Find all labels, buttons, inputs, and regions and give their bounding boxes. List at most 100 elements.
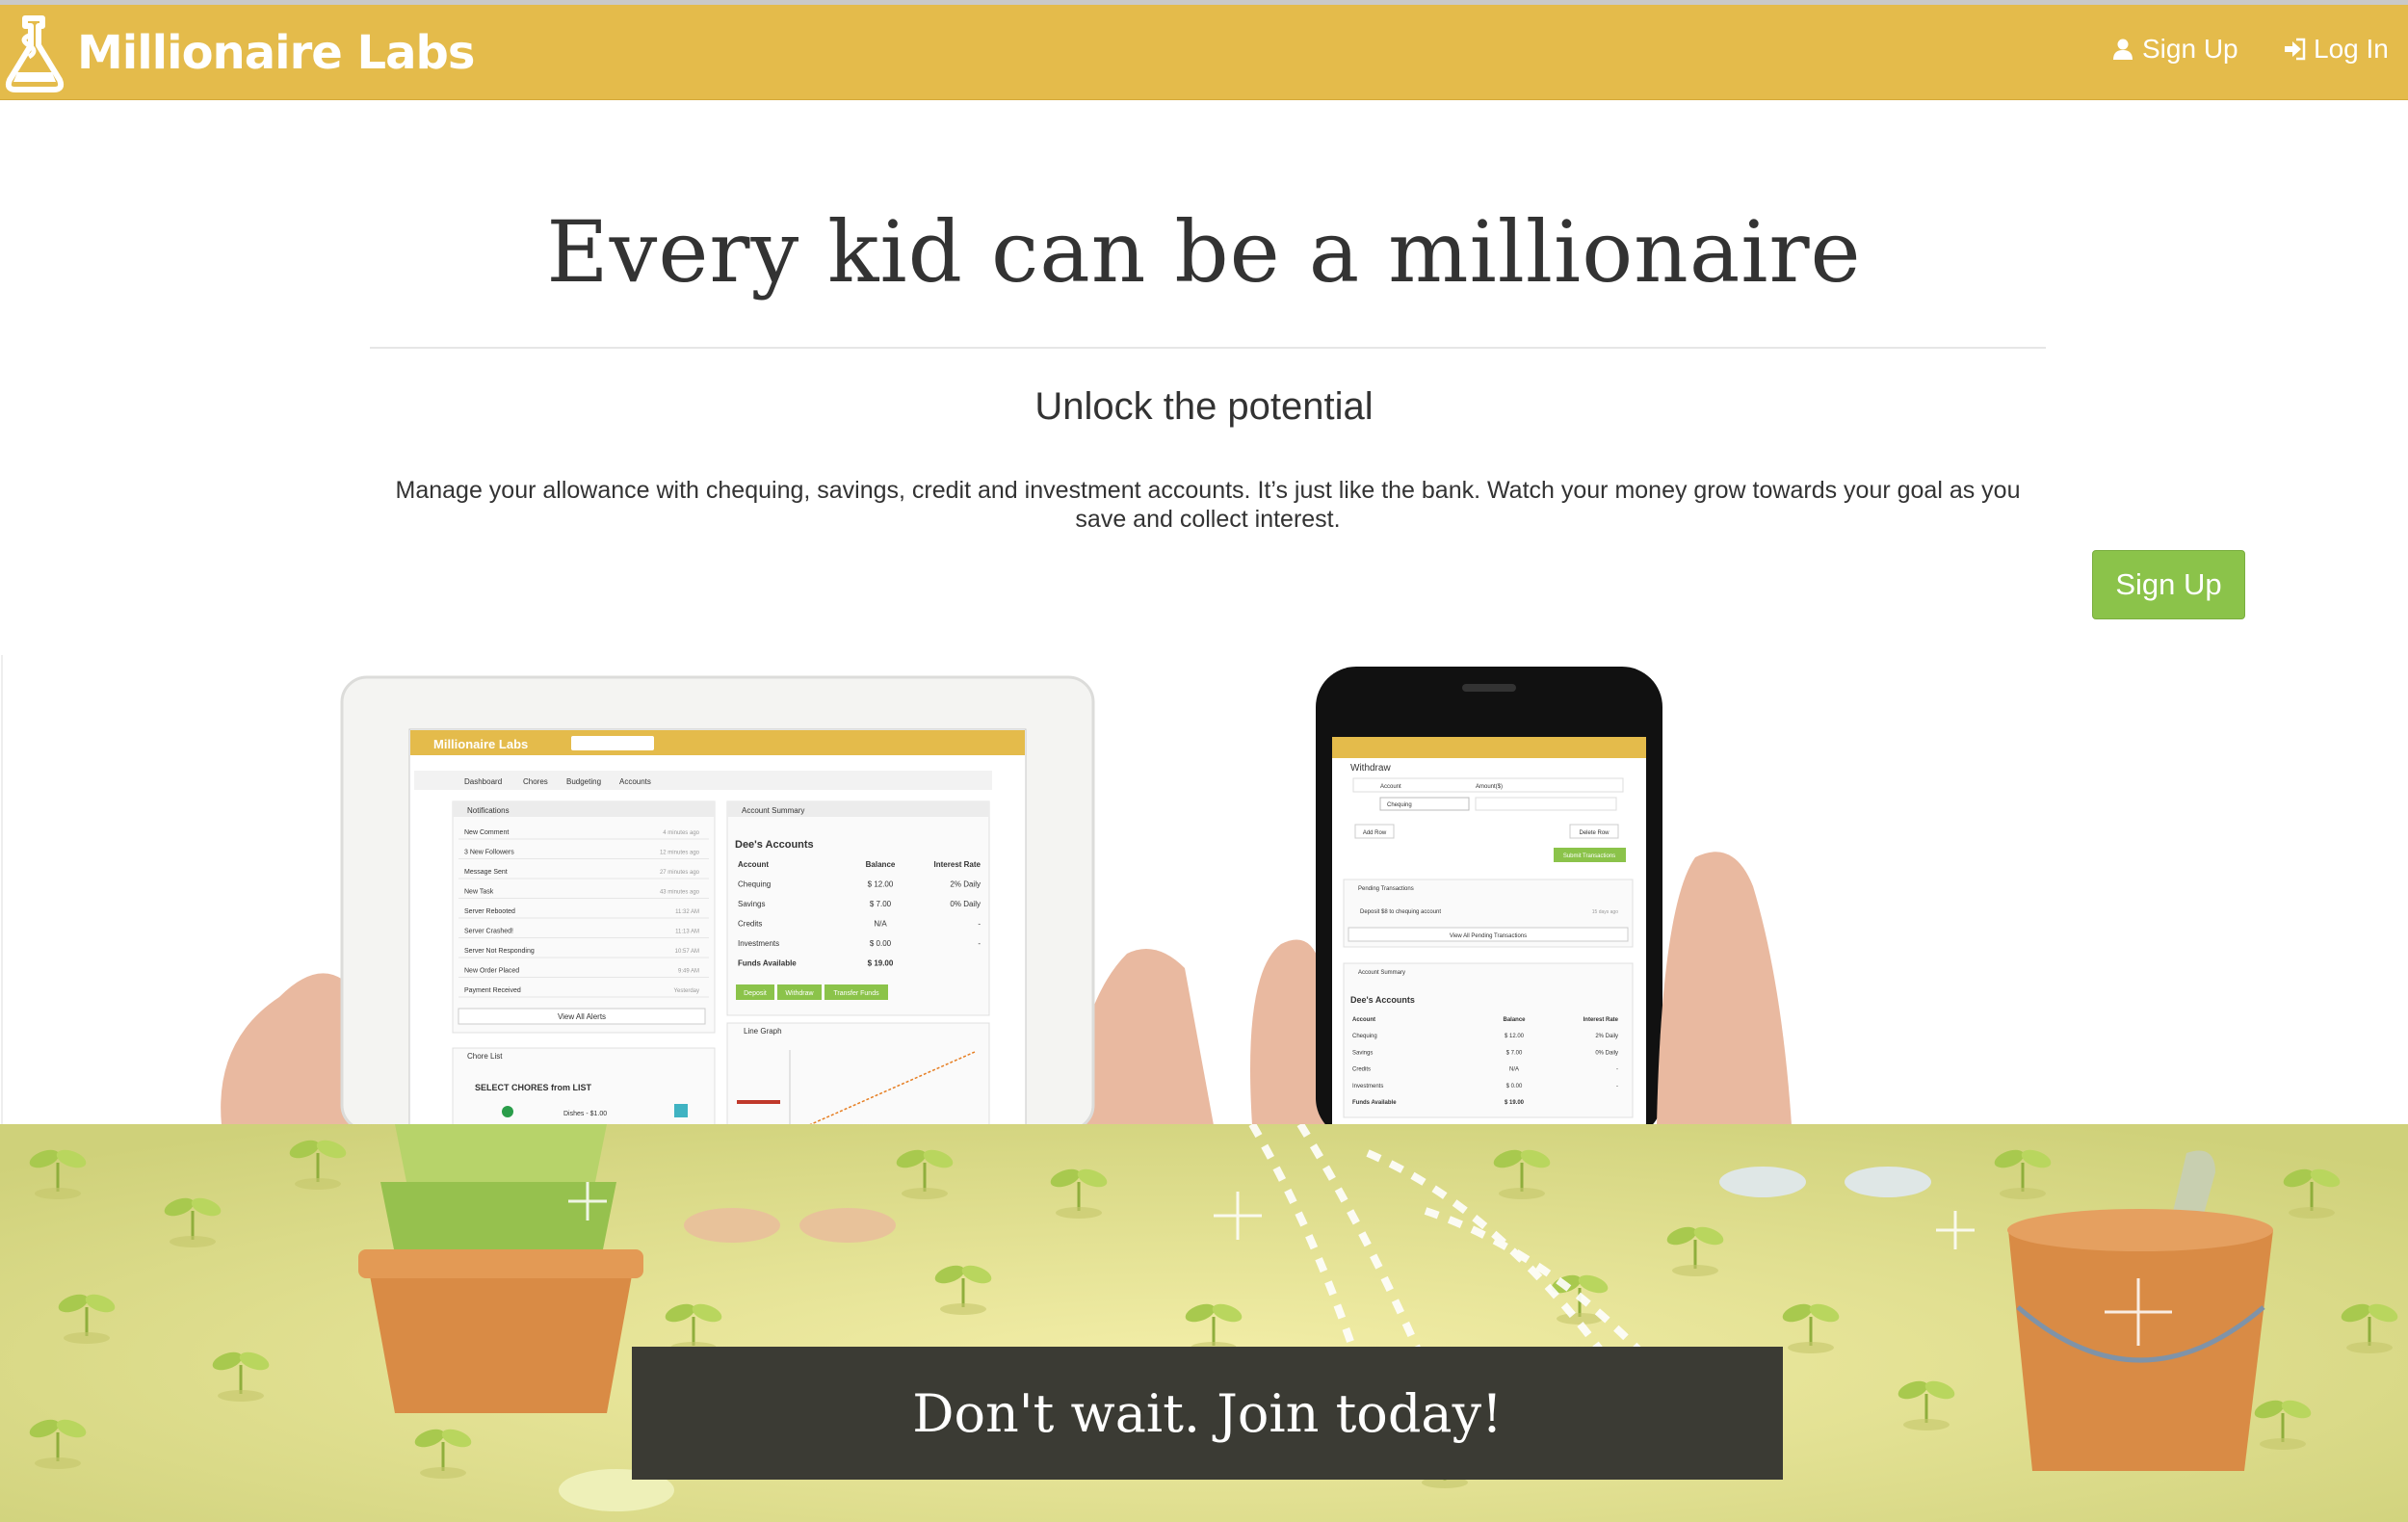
svg-text:Withdraw: Withdraw	[785, 990, 814, 997]
join-today-button[interactable]: Don't wait. Join today!	[632, 1347, 1783, 1480]
user-icon	[2113, 39, 2133, 60]
account-header: Interest Rate	[1584, 1017, 1619, 1023]
notification-time: 11:32 AM	[675, 909, 699, 915]
notification-label: Server Crashed!	[464, 929, 513, 935]
account-header: Account	[1352, 1017, 1375, 1023]
account-cell: N/A	[1509, 1067, 1519, 1073]
nav-signup-label: Sign Up	[2142, 34, 2238, 64]
svg-text:Account Summary: Account Summary	[742, 806, 804, 815]
devices-image: Millionaire Labs Dashboard Chores Budget…	[1, 655, 1792, 1125]
account-header: Balance	[866, 860, 896, 869]
svg-text:Chequing: Chequing	[1387, 802, 1412, 808]
account-cell: $ 19.00	[868, 959, 894, 968]
svg-text:Dishes - $1.00: Dishes - $1.00	[563, 1111, 607, 1117]
svg-text:Withdraw: Withdraw	[1350, 763, 1391, 774]
notification-time: Yesterday	[674, 988, 699, 994]
svg-text:Deposit $8 to chequing account: Deposit $8 to chequing account	[1360, 909, 1441, 915]
svg-text:Accounts: Accounts	[619, 777, 651, 786]
notification-label: Server Not Responding	[464, 948, 535, 955]
account-cell: 2% Daily	[950, 880, 981, 889]
account-cell: 0% Daily	[1595, 1050, 1618, 1056]
svg-text:Deposit: Deposit	[744, 990, 767, 997]
devices-illustration: Millionaire Labs Dashboard Chores Budget…	[0, 655, 2408, 1125]
svg-text:Transfer Funds: Transfer Funds	[833, 990, 879, 997]
notification-time: 4 minutes ago	[663, 830, 699, 836]
account-cell: Credits	[738, 920, 762, 929]
account-cell: Investments	[1352, 1084, 1383, 1089]
account-cell: $ 7.00	[870, 900, 892, 908]
svg-text:15 days ago: 15 days ago	[1592, 909, 1618, 915]
account-cell: 2% Daily	[1595, 1034, 1618, 1039]
nav-signup-link[interactable]: Sign Up	[2111, 34, 2238, 65]
brand-name: Millionaire Labs	[77, 26, 475, 80]
svg-text:Budgeting: Budgeting	[566, 777, 601, 786]
svg-text:Notifications: Notifications	[467, 806, 510, 815]
svg-text:Chores: Chores	[523, 777, 548, 786]
svg-text:Add Row: Add Row	[1363, 830, 1387, 836]
account-header: Interest Rate	[934, 860, 982, 869]
account-cell: -	[978, 939, 981, 948]
hero-description: Manage your allowance with chequing, sav…	[395, 477, 2021, 533]
account-cell: $ 0.00	[1506, 1084, 1523, 1089]
svg-text:View All Pending Transactions: View All Pending Transactions	[1450, 933, 1527, 939]
notification-label: 3 New Followers	[464, 850, 514, 856]
nav-login-link[interactable]: Log In	[2283, 34, 2389, 65]
page-title: Every kid can be a millionaire	[546, 202, 1862, 302]
notification-time: 12 minutes ago	[660, 851, 700, 856]
notification-label: Server Rebooted	[464, 908, 515, 915]
account-cell: Chequing	[738, 880, 771, 889]
account-cell: Savings	[738, 900, 765, 908]
account-cell: $ 12.00	[868, 880, 894, 889]
svg-text:Dee's Accounts: Dee's Accounts	[1350, 995, 1415, 1005]
notification-time: 11:13 AM	[675, 930, 699, 935]
notification-time: 43 minutes ago	[660, 890, 700, 896]
tablet-account-buttons: Deposit Withdraw Transfer Funds	[736, 984, 888, 1000]
flask-logo-icon	[5, 15, 65, 92]
account-cell: -	[1616, 1067, 1618, 1073]
svg-text:Line Graph: Line Graph	[744, 1027, 782, 1036]
notification-time: 27 minutes ago	[660, 870, 700, 876]
divider	[370, 347, 2046, 349]
account-cell: $ 7.00	[1506, 1050, 1523, 1056]
svg-text:View All Alerts: View All Alerts	[558, 1012, 606, 1021]
account-cell: Chequing	[1352, 1034, 1377, 1039]
signup-button[interactable]: Sign Up	[2092, 550, 2245, 619]
svg-text:Pending Transactions: Pending Transactions	[1358, 886, 1414, 892]
account-cell: Credits	[1352, 1067, 1371, 1073]
svg-text:Delete Row: Delete Row	[1579, 830, 1610, 836]
account-cell: -	[1616, 1084, 1618, 1089]
svg-text:Account Summary: Account Summary	[1358, 970, 1405, 976]
notification-time: 10:57 AM	[675, 949, 699, 955]
join-today-label: Don't wait. Join today!	[912, 1382, 1503, 1444]
account-cell: Funds Available	[738, 959, 797, 968]
account-cell: Investments	[738, 939, 779, 948]
hero-subtitle: Unlock the potential	[1034, 385, 1374, 428]
notification-label: Payment Received	[464, 987, 521, 994]
navbar: Millionaire Labs Sign Up Log In	[0, 5, 2408, 100]
notification-label: New Task	[464, 889, 494, 896]
tablet-brand: Millionaire Labs	[433, 737, 528, 751]
account-cell: Savings	[1352, 1050, 1373, 1056]
phone-right-hand	[1657, 852, 1792, 1125]
sign-in-icon	[2285, 38, 2306, 61]
account-cell: $ 12.00	[1505, 1034, 1525, 1039]
account-cell: $ 19.00	[1505, 1100, 1525, 1106]
account-header: Balance	[1503, 1017, 1526, 1023]
account-cell: Funds Available	[1352, 1100, 1397, 1106]
account-header: Account	[738, 860, 769, 869]
account-cell: $ 0.00	[870, 939, 892, 948]
svg-text:Account: Account	[1380, 784, 1401, 790]
account-cell: N/A	[874, 920, 887, 929]
svg-text:Chore List: Chore List	[467, 1052, 503, 1061]
svg-text:Submit Transactions: Submit Transactions	[1563, 853, 1615, 859]
svg-text:SELECT CHORES from LIST: SELECT CHORES from LIST	[475, 1083, 592, 1092]
notification-label: Message Sent	[464, 869, 508, 876]
account-cell: -	[978, 920, 981, 929]
notification-time: 9:49 AM	[678, 969, 699, 975]
svg-text:Amount($): Amount($)	[1476, 784, 1503, 790]
account-cell: 0% Daily	[950, 900, 981, 908]
notification-label: New Order Placed	[464, 968, 519, 975]
svg-text:Dashboard: Dashboard	[464, 777, 502, 786]
brand-link[interactable]: Millionaire Labs	[4, 13, 475, 93]
notification-label: New Comment	[464, 829, 509, 836]
